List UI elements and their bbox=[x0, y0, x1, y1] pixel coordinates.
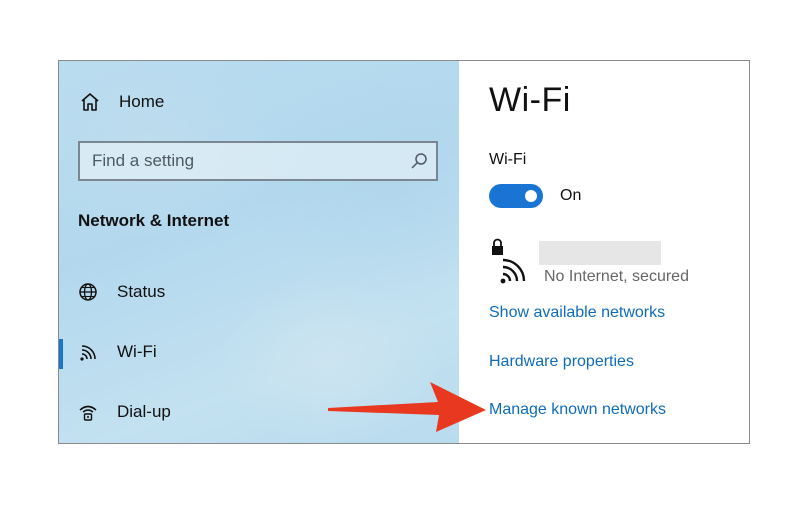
search-box[interactable] bbox=[78, 141, 438, 181]
sidebar-item-wifi[interactable]: Wi-Fi bbox=[77, 341, 157, 363]
sidebar-item-label: Dial-up bbox=[117, 402, 171, 421]
sidebar-item-status[interactable]: Status bbox=[77, 281, 165, 303]
page-title: Wi-Fi bbox=[489, 81, 571, 119]
globe-icon bbox=[79, 283, 97, 301]
search-icon[interactable] bbox=[410, 152, 428, 170]
manage-known-networks-link[interactable]: Manage known networks bbox=[489, 401, 666, 419]
show-available-networks-link[interactable]: Show available networks bbox=[489, 304, 665, 322]
wifi-toggle[interactable] bbox=[489, 184, 543, 208]
wifi-toggle-label: Wi-Fi bbox=[489, 151, 527, 168]
search-input[interactable] bbox=[92, 143, 392, 179]
sidebar-item-label: Wi-Fi bbox=[117, 342, 157, 361]
selected-indicator bbox=[59, 339, 63, 369]
network-status: No Internet, secured bbox=[544, 268, 689, 285]
network-name-redacted bbox=[539, 241, 661, 265]
sidebar-item-home[interactable]: Home bbox=[79, 91, 164, 113]
dialup-icon bbox=[79, 405, 97, 421]
hardware-properties-link[interactable]: Hardware properties bbox=[489, 353, 634, 371]
main-panel: Wi-Fi Wi-Fi On No Internet, secured Show… bbox=[459, 61, 749, 443]
sidebar-item-label: Status bbox=[117, 282, 166, 301]
home-icon bbox=[81, 93, 99, 111]
wifi-icon bbox=[80, 345, 96, 361]
secured-wifi-icon[interactable] bbox=[489, 237, 533, 285]
sidebar-item-dialup[interactable]: Dial-up bbox=[77, 401, 171, 423]
sidebar-item-label: Home bbox=[119, 92, 165, 111]
red-arrow-annotation bbox=[328, 382, 486, 432]
section-title: Network & Internet bbox=[78, 211, 230, 230]
wifi-toggle-state: On bbox=[560, 187, 582, 204]
toggle-knob bbox=[525, 190, 537, 202]
